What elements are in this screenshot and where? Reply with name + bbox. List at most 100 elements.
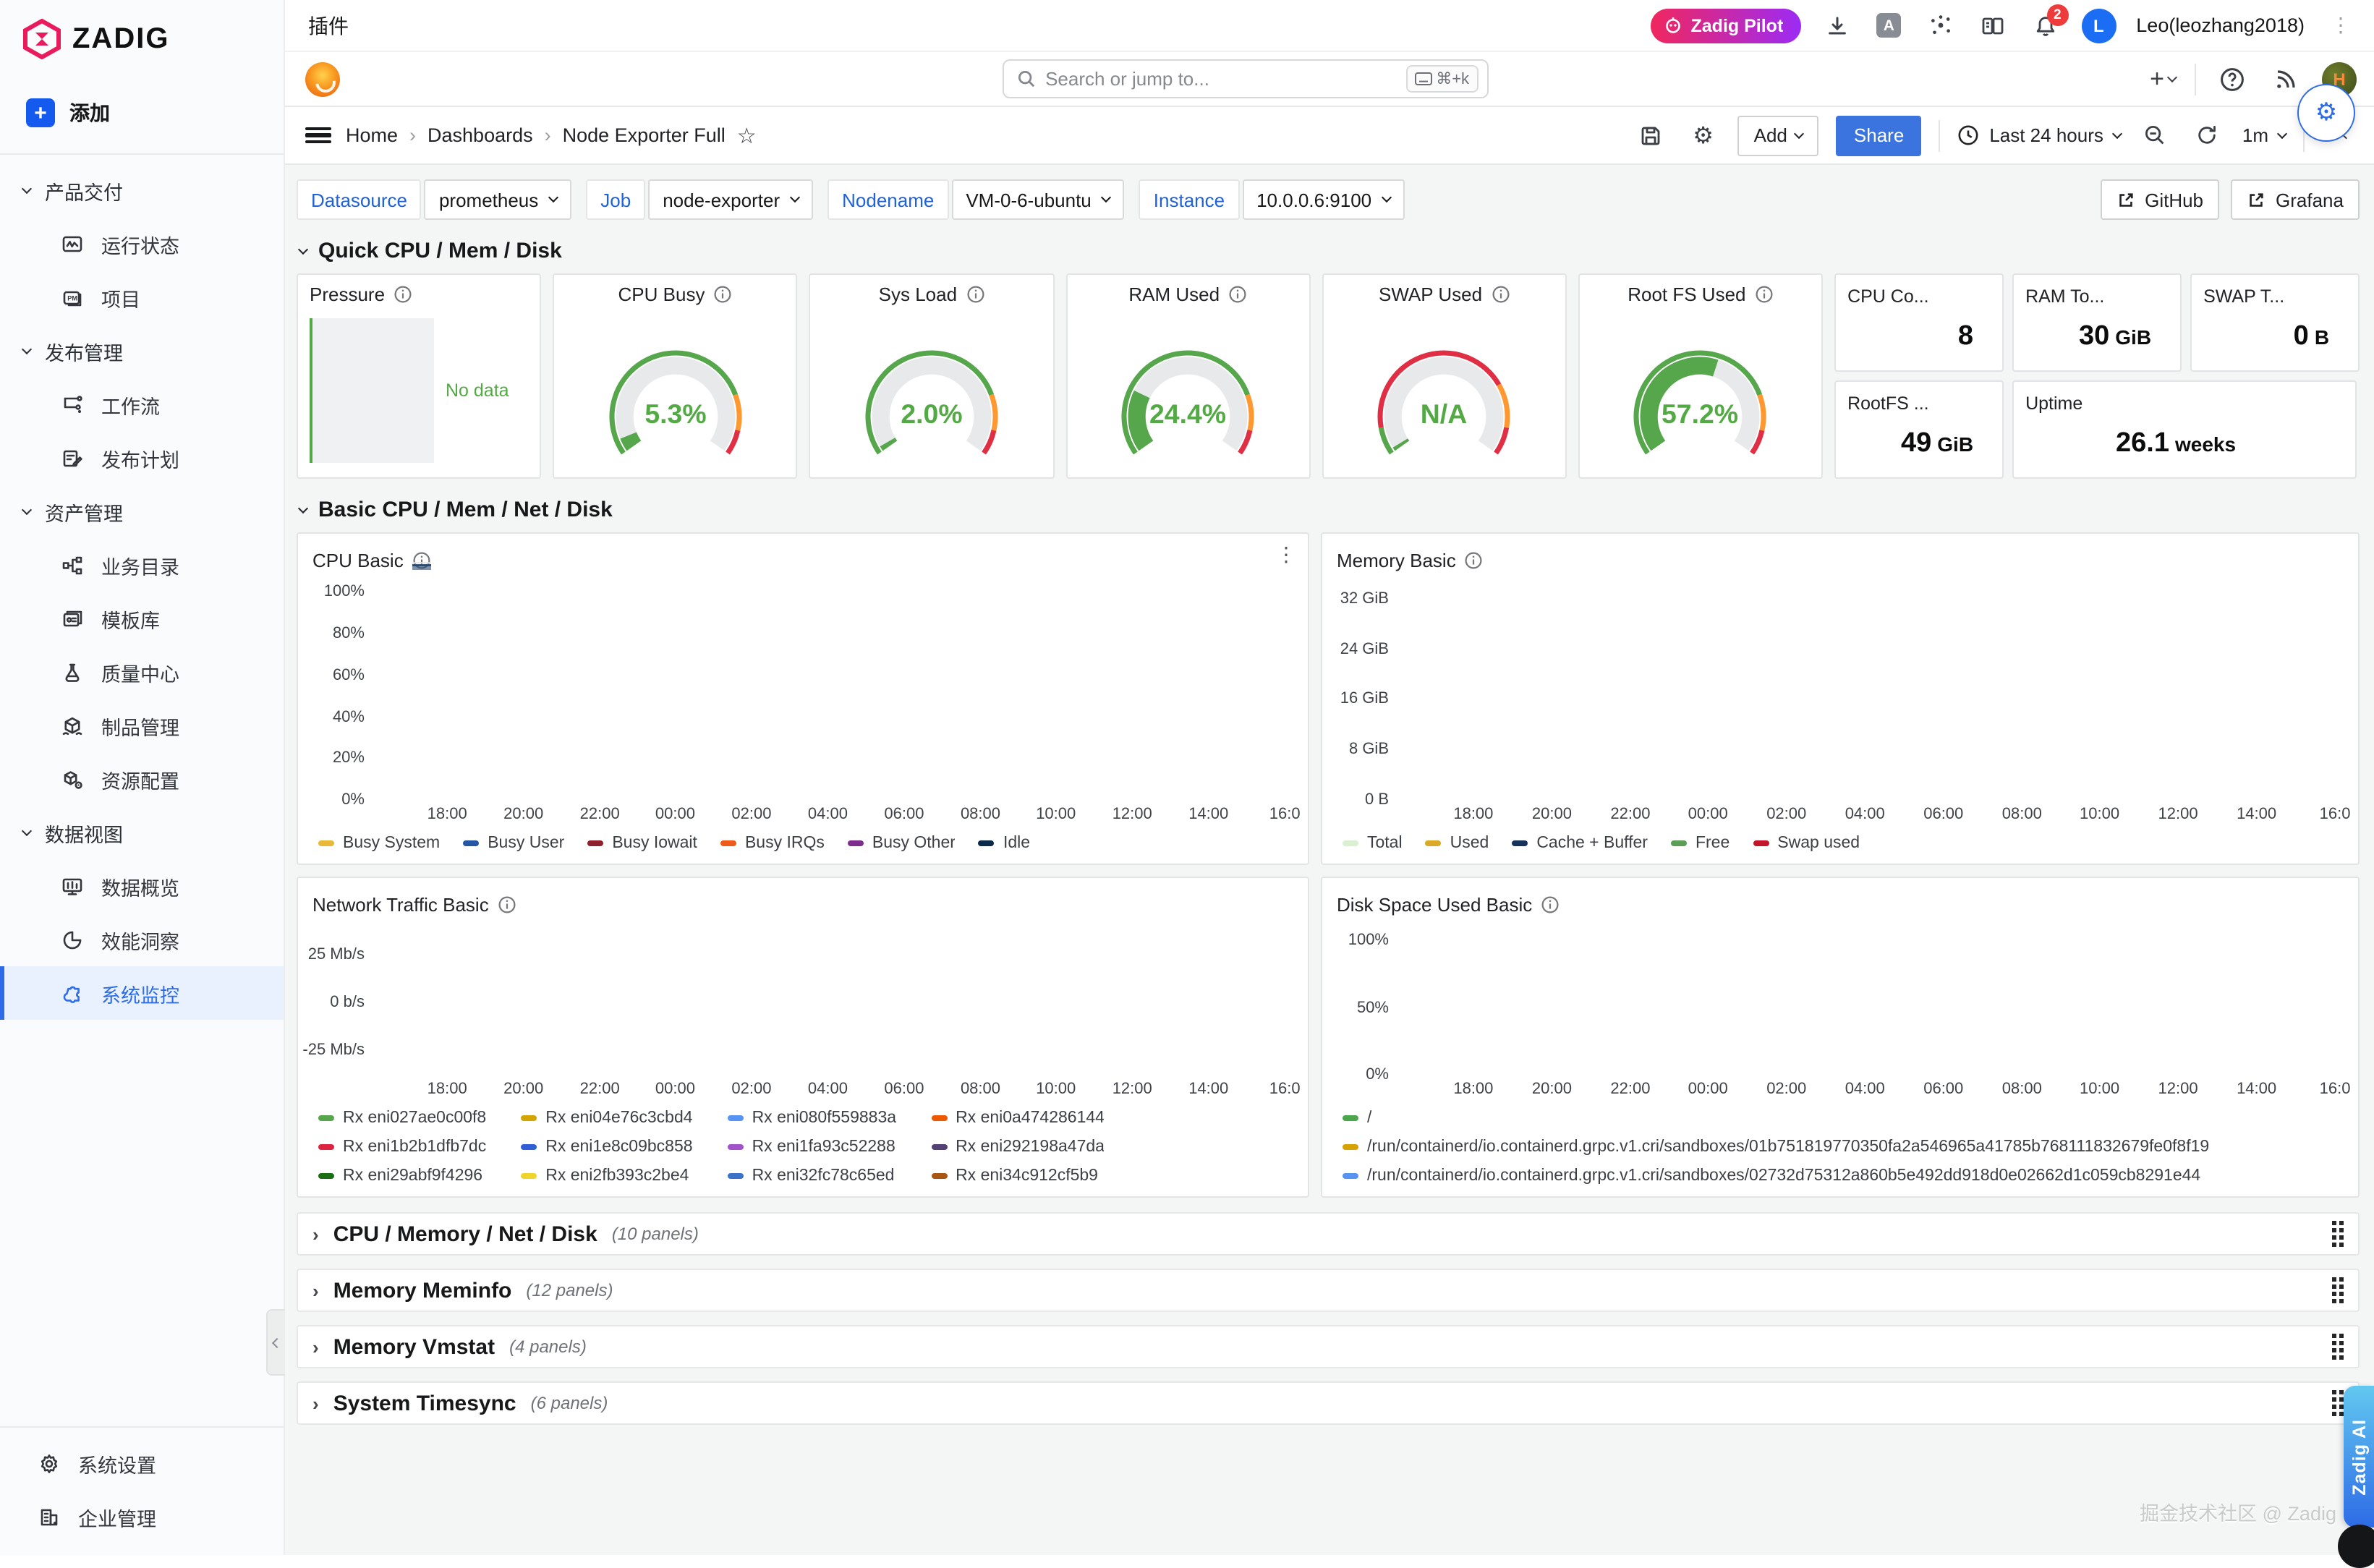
info-icon[interactable] <box>1465 550 1484 569</box>
legend-item[interactable]: Free <box>1671 835 1730 852</box>
section-quick-cpu-mem-disk[interactable]: Quick CPU / Mem / Disk <box>299 239 2360 263</box>
sidebar-section-数据视图[interactable]: 数据视图 <box>0 806 284 859</box>
drag-handle-icon[interactable] <box>2332 1334 2344 1360</box>
sidebar-item-业务目录[interactable]: 业务目录 <box>0 538 284 592</box>
section-basic-cpu-mem-net-disk[interactable]: Basic CPU / Mem / Net / Disk <box>299 498 2360 522</box>
sidebar-item-数据概览[interactable]: 数据概览 <box>0 859 284 913</box>
legend-item[interactable]: Used <box>1426 835 1489 852</box>
floating-corner-button[interactable] <box>2338 1525 2374 1568</box>
mega-menu-icon[interactable] <box>305 127 331 144</box>
legend-item[interactable]: Rx eni2fb393c2be4 <box>521 1167 692 1185</box>
sidebar-item-系统监控[interactable]: 系统监控 <box>0 966 284 1020</box>
help-icon[interactable] <box>2215 61 2250 96</box>
variable-value-dropdown[interactable]: node-exporter <box>648 179 813 220</box>
info-icon[interactable] <box>1755 284 1774 303</box>
sidebar-item-工作流[interactable]: 工作流 <box>0 378 284 431</box>
legend-item[interactable]: Busy Iowait <box>587 835 697 852</box>
legend-item[interactable]: Busy Other <box>848 835 956 852</box>
notifications-bell-icon[interactable]: 2 <box>2029 9 2061 41</box>
legend-item[interactable]: Busy User <box>463 835 564 852</box>
time-range-picker[interactable]: Last 24 hours <box>1957 124 2121 146</box>
add-panel-button[interactable]: Add <box>1738 115 1819 155</box>
panel-title[interactable]: SWAP T... <box>2203 286 2284 307</box>
user-avatar[interactable]: L <box>2081 8 2116 43</box>
new-dropdown-button[interactable]: + <box>2150 61 2176 96</box>
translate-icon[interactable]: A <box>1873 9 1905 41</box>
zadig-pilot-button[interactable]: Zadig Pilot <box>1651 8 1801 43</box>
collapsed-row-Memory Vmstat[interactable]: › Memory Vmstat (4 panels) <box>297 1325 2360 1368</box>
legend-item[interactable]: /run/containerd/io.containerd.grpc.v1.cr… <box>1343 1138 2209 1156</box>
sidebar-item-模板库[interactable]: 模板库 <box>0 592 284 645</box>
info-icon[interactable] <box>498 895 516 913</box>
legend-item[interactable]: Rx eni29abf9f4296 <box>318 1167 486 1185</box>
integrations-icon[interactable] <box>1925 9 1957 41</box>
disk-space-chart[interactable] <box>1403 930 2338 1075</box>
legend-item[interactable]: Rx eni0a474286144 <box>931 1109 1105 1127</box>
panel-title[interactable]: Pressure <box>310 283 385 304</box>
collapsed-row-System Timesync[interactable]: › System Timesync (6 panels) <box>297 1381 2360 1425</box>
sidebar-item-企业管理[interactable]: 企业管理 <box>0 1490 284 1543</box>
legend-item[interactable]: Rx eni027ae0c00f8 <box>318 1109 486 1127</box>
sidebar-item-发布计划[interactable]: 发布计划 <box>0 431 284 485</box>
legend-item[interactable]: Busy System <box>318 835 440 852</box>
memory-basic-chart[interactable] <box>1403 586 2338 800</box>
info-icon[interactable] <box>1491 284 1510 303</box>
sidebar-section-产品交付[interactable]: 产品交付 <box>0 163 284 217</box>
legend-item[interactable]: Rx eni34c912cf5b9 <box>931 1167 1105 1185</box>
info-icon[interactable] <box>713 284 732 303</box>
legend-item[interactable]: Rx eni1fa93c52288 <box>728 1138 897 1156</box>
news-rss-icon[interactable] <box>2268 61 2303 96</box>
legend-item[interactable]: /run/containerd/io.containerd.grpc.v1.cr… <box>1343 1167 2200 1185</box>
share-button[interactable]: Share <box>1837 115 1921 155</box>
breadcrumb-dashboards[interactable]: Dashboards <box>427 124 533 146</box>
panel-title[interactable]: Root FS Used <box>1628 283 1745 304</box>
panel-title[interactable]: RootFS ... <box>1847 393 1929 414</box>
sidebar-item-效能洞察[interactable]: 效能洞察 <box>0 913 284 966</box>
cpu-basic-chart[interactable] <box>379 586 1288 800</box>
legend-item[interactable]: Total <box>1343 835 1403 852</box>
panel-title[interactable]: Sys Load <box>879 283 957 304</box>
sidebar-collapse-handle[interactable] <box>266 1309 285 1376</box>
download-icon[interactable] <box>1821 9 1852 41</box>
drag-handle-icon[interactable] <box>2332 1221 2344 1247</box>
legend-item[interactable]: Rx eni32fc78c65ed <box>728 1167 897 1185</box>
panel-menu-icon[interactable]: ⋮ <box>1276 542 1296 567</box>
panel-title[interactable]: CPU Co... <box>1847 286 1929 307</box>
legend-item[interactable]: Busy IRQs <box>720 835 825 852</box>
sidebar-item-资源配置[interactable]: 资源配置 <box>0 752 284 806</box>
variable-value-dropdown[interactable]: prometheus <box>425 179 571 220</box>
drag-handle-icon[interactable] <box>2332 1277 2344 1303</box>
sidebar-item-质量中心[interactable]: 质量中心 <box>0 645 284 699</box>
sidebar-item-制品管理[interactable]: 制品管理 <box>0 699 284 752</box>
panel-title[interactable]: CPU Basic <box>312 549 404 571</box>
legend-item[interactable]: Rx eni04e76c3cbd4 <box>521 1109 692 1127</box>
legend-item[interactable]: Idle <box>979 835 1030 852</box>
breadcrumb-home[interactable]: Home <box>346 124 398 146</box>
sidebar-item-项目[interactable]: PM项目 <box>0 270 284 324</box>
collapsed-row-Memory Meminfo[interactable]: › Memory Meminfo (12 panels) <box>297 1269 2360 1312</box>
refresh-interval-dropdown[interactable]: 1m <box>2242 124 2286 146</box>
network-traffic-chart[interactable] <box>379 930 1288 1075</box>
panel-title[interactable]: RAM Used <box>1128 283 1220 304</box>
legend-item[interactable]: Rx eni080f559883a <box>728 1109 897 1127</box>
info-icon[interactable] <box>1541 895 1560 913</box>
add-button[interactable]: + 添加 <box>0 84 284 142</box>
floating-settings-button[interactable]: ⚙ <box>2297 84 2355 142</box>
variable-value-dropdown[interactable]: VM-0-6-ubuntu <box>951 179 1124 220</box>
zoom-out-icon[interactable] <box>2138 118 2173 153</box>
link-button-GitHub[interactable]: GitHub <box>2100 179 2219 220</box>
info-icon[interactable] <box>966 284 984 303</box>
favorite-star-icon[interactable]: ☆ <box>737 122 757 148</box>
legend-item[interactable]: / <box>1343 1109 1371 1127</box>
refresh-icon[interactable] <box>2190 118 2225 153</box>
save-dashboard-icon[interactable] <box>1634 118 1669 153</box>
sidebar-item-系统设置[interactable]: 系统设置 <box>0 1436 284 1490</box>
more-menu-icon[interactable]: ⋮ <box>2325 13 2357 38</box>
panel-title[interactable]: RAM To... <box>2025 286 2104 307</box>
panel-title[interactable]: Network Traffic Basic <box>312 893 489 915</box>
docs-book-icon[interactable] <box>1977 9 2009 41</box>
panel-title[interactable]: CPU Busy <box>618 283 705 304</box>
panel-title[interactable]: SWAP Used <box>1379 283 1482 304</box>
drag-handle-icon[interactable] <box>2332 1390 2344 1416</box>
variable-value-dropdown[interactable]: 10.0.0.6:9100 <box>1242 179 1405 220</box>
